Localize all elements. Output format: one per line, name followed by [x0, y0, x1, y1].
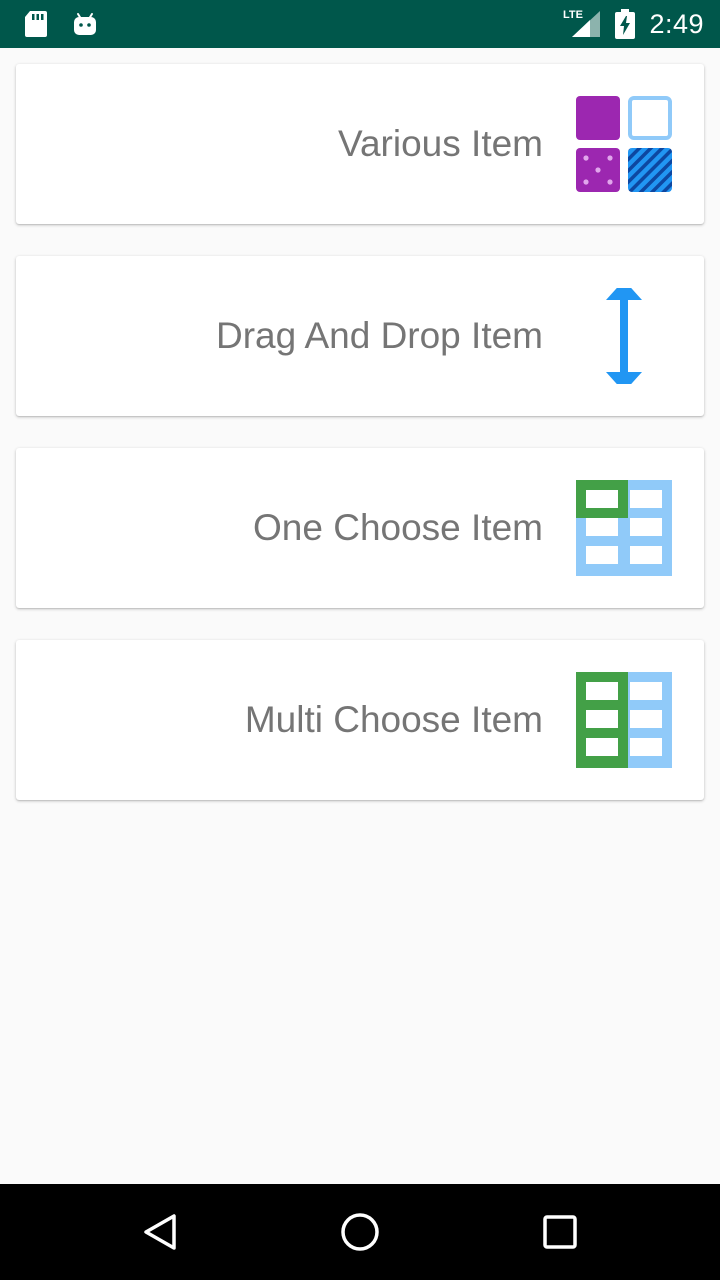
various-grid-icon [576, 96, 672, 192]
lte-signal-icon: LTE [562, 0, 602, 48]
network-type-label: LTE [563, 9, 583, 21]
single-select-table-icon [576, 480, 672, 576]
menu-list: Various Item Drag And Drop Item One Choo… [0, 48, 720, 1184]
navigation-bar [0, 1184, 720, 1280]
card-label: Drag And Drop Item [216, 315, 543, 356]
multi-select-table-icon [576, 672, 672, 768]
drag-vertical-arrow-icon [576, 280, 672, 392]
various-item-card[interactable]: Various Item [16, 64, 704, 224]
home-icon[interactable] [336, 1208, 384, 1256]
android-icon [72, 0, 98, 48]
status-bar: LTE 2:49 [0, 0, 720, 48]
card-label: Multi Choose Item [244, 699, 543, 740]
card-label: One Choose Item [253, 507, 543, 548]
battery-charging-icon [614, 0, 636, 48]
multi-choose-item-card[interactable]: Multi Choose Item [16, 640, 704, 800]
drag-and-drop-item-card[interactable]: Drag And Drop Item [16, 256, 704, 416]
card-label: Various Item [338, 123, 543, 164]
back-icon[interactable] [136, 1208, 184, 1256]
one-choose-item-card[interactable]: One Choose Item [16, 448, 704, 608]
recents-icon[interactable] [536, 1208, 584, 1256]
sd-card-icon [24, 0, 48, 48]
status-time: 2:49 [649, 9, 704, 39]
